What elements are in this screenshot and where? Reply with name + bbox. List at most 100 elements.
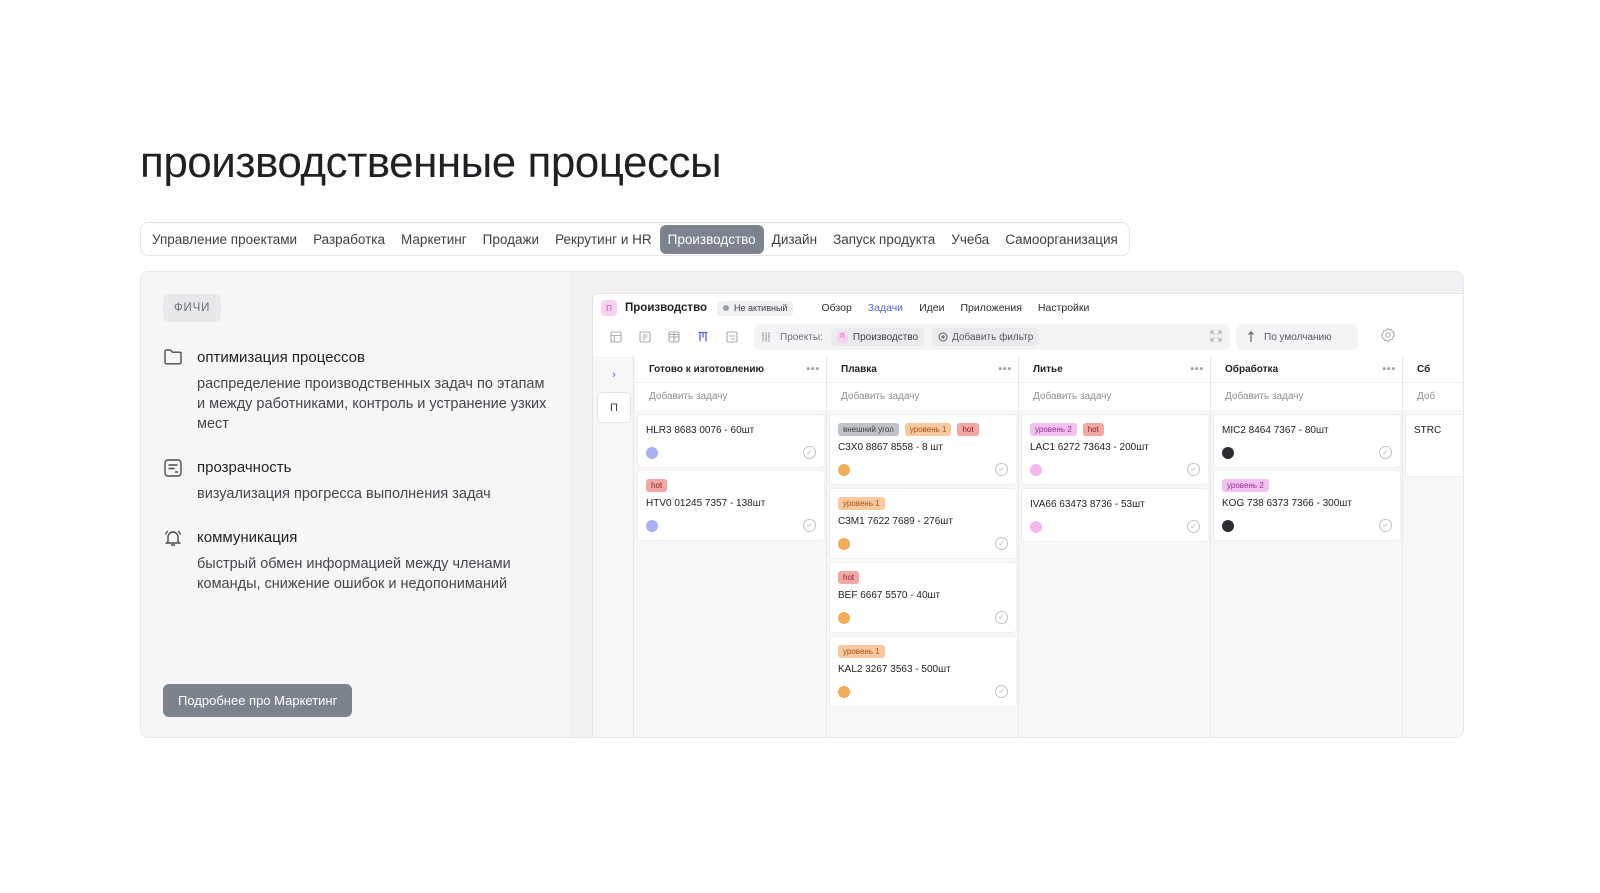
feature-title: оптимизация процессов: [197, 349, 365, 366]
task-title: BEF 6667 5570 - 40шт: [838, 590, 941, 601]
project-rail-item[interactable]: П: [597, 392, 631, 423]
nav-item-2[interactable]: Идеи: [919, 302, 944, 314]
expand-sidebar-button[interactable]: ›: [597, 362, 631, 388]
task-card[interactable]: hot BEF 6667 5570 - 40шт ✓: [829, 562, 1017, 633]
project-filter-chip[interactable]: П Производство: [830, 328, 925, 346]
complete-check-icon[interactable]: ✓: [803, 446, 816, 459]
column-header: Сб: [1403, 356, 1463, 382]
task-card[interactable]: уровень 2 hot LAC1 6272 73643 - 200шт ✓: [1021, 414, 1209, 485]
nav-item-4[interactable]: Настройки: [1038, 302, 1090, 314]
add-task-button[interactable]: Доб: [1403, 382, 1463, 410]
task-title: HLR3 8683 0076 - 60шт: [646, 425, 755, 436]
assignee-avatar[interactable]: [646, 446, 658, 459]
task-card[interactable]: hot HTV0 01245 7357 - 138шт ✓: [637, 470, 825, 541]
task-tag: hot: [957, 423, 979, 436]
assignee-avatar[interactable]: [838, 611, 850, 624]
board-rail: › П: [593, 356, 634, 737]
nav-item-1[interactable]: Задачи: [868, 302, 903, 314]
complete-check-icon[interactable]: ✓: [995, 463, 1008, 476]
project-avatar: П: [601, 300, 617, 316]
tab-7[interactable]: Запуск продукта: [825, 225, 943, 254]
tab-2[interactable]: Маркетинг: [393, 225, 475, 254]
gear-icon[interactable]: [1380, 327, 1396, 348]
tab-4[interactable]: Рекрутинг и HR: [547, 225, 660, 254]
assignee-avatar[interactable]: [1222, 446, 1234, 459]
complete-check-icon[interactable]: ✓: [995, 685, 1008, 698]
tab-8[interactable]: Учеба: [943, 225, 997, 254]
task-card[interactable]: уровень 1 KAL2 3267 3563 - 500шт ✓: [829, 636, 1017, 707]
app-window: П Производство Не активный Обзор Задачи Ид…: [592, 293, 1463, 737]
add-task-button[interactable]: Добавить задачу: [1019, 382, 1210, 410]
task-card[interactable]: уровень 1 C3M1 7622 7689 - 276шт ✓: [829, 488, 1017, 559]
projects-label: Проекты:: [780, 331, 823, 343]
column-header: Готово к изготовлению •••: [635, 356, 826, 382]
sort-select[interactable]: По умолчанию: [1236, 324, 1358, 350]
column-menu-icon[interactable]: •••: [1382, 364, 1396, 375]
add-task-button[interactable]: Добавить задачу: [635, 382, 826, 410]
tab-5[interactable]: Производство: [659, 224, 764, 254]
project-nav: Обзор Задачи Идеи Приложения Настройки: [821, 302, 1089, 314]
project-avatar: П: [836, 331, 848, 343]
filter-settings-icon[interactable]: [760, 331, 772, 343]
board-view-icon[interactable]: [688, 324, 717, 350]
feature-communication: коммуникация быстрый обмен информацией м…: [163, 528, 553, 594]
features-chip: ФИЧИ: [163, 294, 222, 322]
task-title: STRC: [1414, 425, 1442, 436]
tab-3[interactable]: Продажи: [475, 225, 547, 254]
grid-view-icon[interactable]: [659, 324, 688, 350]
task-card[interactable]: MIC2 8464 7367 - 80шт ✓: [1213, 414, 1401, 468]
complete-check-icon[interactable]: ✓: [1379, 519, 1392, 532]
assignee-avatar[interactable]: [838, 537, 850, 550]
complete-check-icon[interactable]: ✓: [995, 611, 1008, 624]
add-task-button[interactable]: Добавить задачу: [1211, 382, 1402, 410]
add-filter-button[interactable]: Добавить фильтр: [932, 328, 1040, 346]
column-title: Готово к изготовлению: [649, 363, 764, 375]
task-title: HTV0 01245 7357 - 138шт: [646, 498, 766, 509]
task-tag: hot: [646, 479, 668, 492]
list-view-icon[interactable]: [630, 324, 659, 350]
task-card[interactable]: HLR3 8683 0076 - 60шт ✓: [637, 414, 825, 468]
table-view-icon[interactable]: [601, 324, 630, 350]
task-tag: hot: [1082, 423, 1104, 436]
tab-6[interactable]: Дизайн: [764, 225, 825, 254]
column-title: Плавка: [841, 363, 877, 375]
assignee-avatar[interactable]: [1030, 520, 1042, 533]
column-menu-icon[interactable]: •••: [998, 364, 1012, 375]
assignee-avatar[interactable]: [646, 519, 658, 532]
tab-0[interactable]: Управление проектами: [144, 225, 305, 254]
task-title: MIC2 8464 7367 - 80шт: [1222, 425, 1329, 436]
task-card[interactable]: IVA66 63473 8736 - 53шт ✓: [1021, 488, 1209, 542]
add-task-button[interactable]: Добавить задачу: [827, 382, 1018, 410]
task-card[interactable]: внешний угол уровень 1 hot C3X0 8867 8558 -…: [829, 414, 1017, 485]
assignee-avatar[interactable]: [838, 463, 850, 476]
expand-icon[interactable]: [1210, 329, 1222, 345]
task-tags: внешний угол уровень 1 hot: [838, 423, 1008, 436]
column-menu-icon[interactable]: •••: [806, 364, 820, 375]
task-footer: ✓: [1030, 520, 1200, 533]
project-name[interactable]: Производство: [625, 302, 707, 314]
complete-check-icon[interactable]: ✓: [995, 537, 1008, 550]
nav-item-3[interactable]: Приложения: [960, 302, 1021, 314]
nav-item-0[interactable]: Обзор: [821, 302, 851, 314]
timeline-view-icon[interactable]: [717, 324, 746, 350]
board-column: Готово к изготовлению ••• Добавить задачу H…: [635, 356, 827, 737]
feature-desc: быстрый обмен информацией между членами …: [197, 556, 511, 592]
complete-check-icon[interactable]: ✓: [1187, 520, 1200, 533]
assignee-avatar[interactable]: [1222, 519, 1234, 532]
complete-check-icon[interactable]: ✓: [803, 519, 816, 532]
column-menu-icon[interactable]: •••: [1190, 364, 1204, 375]
complete-check-icon[interactable]: ✓: [1379, 446, 1392, 459]
task-tag: внешний угол: [838, 423, 899, 436]
complete-check-icon[interactable]: ✓: [1187, 463, 1200, 476]
task-tags: уровень 1: [838, 497, 1008, 510]
task-card[interactable]: уровень 2 KOG 738 6373 7366 - 300шт ✓: [1213, 470, 1401, 541]
task-card[interactable]: STRC: [1405, 414, 1463, 477]
task-tag: уровень 1: [838, 645, 885, 658]
add-filter-icon: [938, 332, 948, 342]
tab-9[interactable]: Самоорганизация: [997, 225, 1126, 254]
status-badge[interactable]: Не активный: [717, 300, 794, 316]
tab-1[interactable]: Разработка: [305, 225, 393, 254]
more-about-button[interactable]: Подробнее про Маркетинг: [163, 684, 353, 717]
assignee-avatar[interactable]: [1030, 463, 1042, 476]
assignee-avatar[interactable]: [838, 685, 850, 698]
